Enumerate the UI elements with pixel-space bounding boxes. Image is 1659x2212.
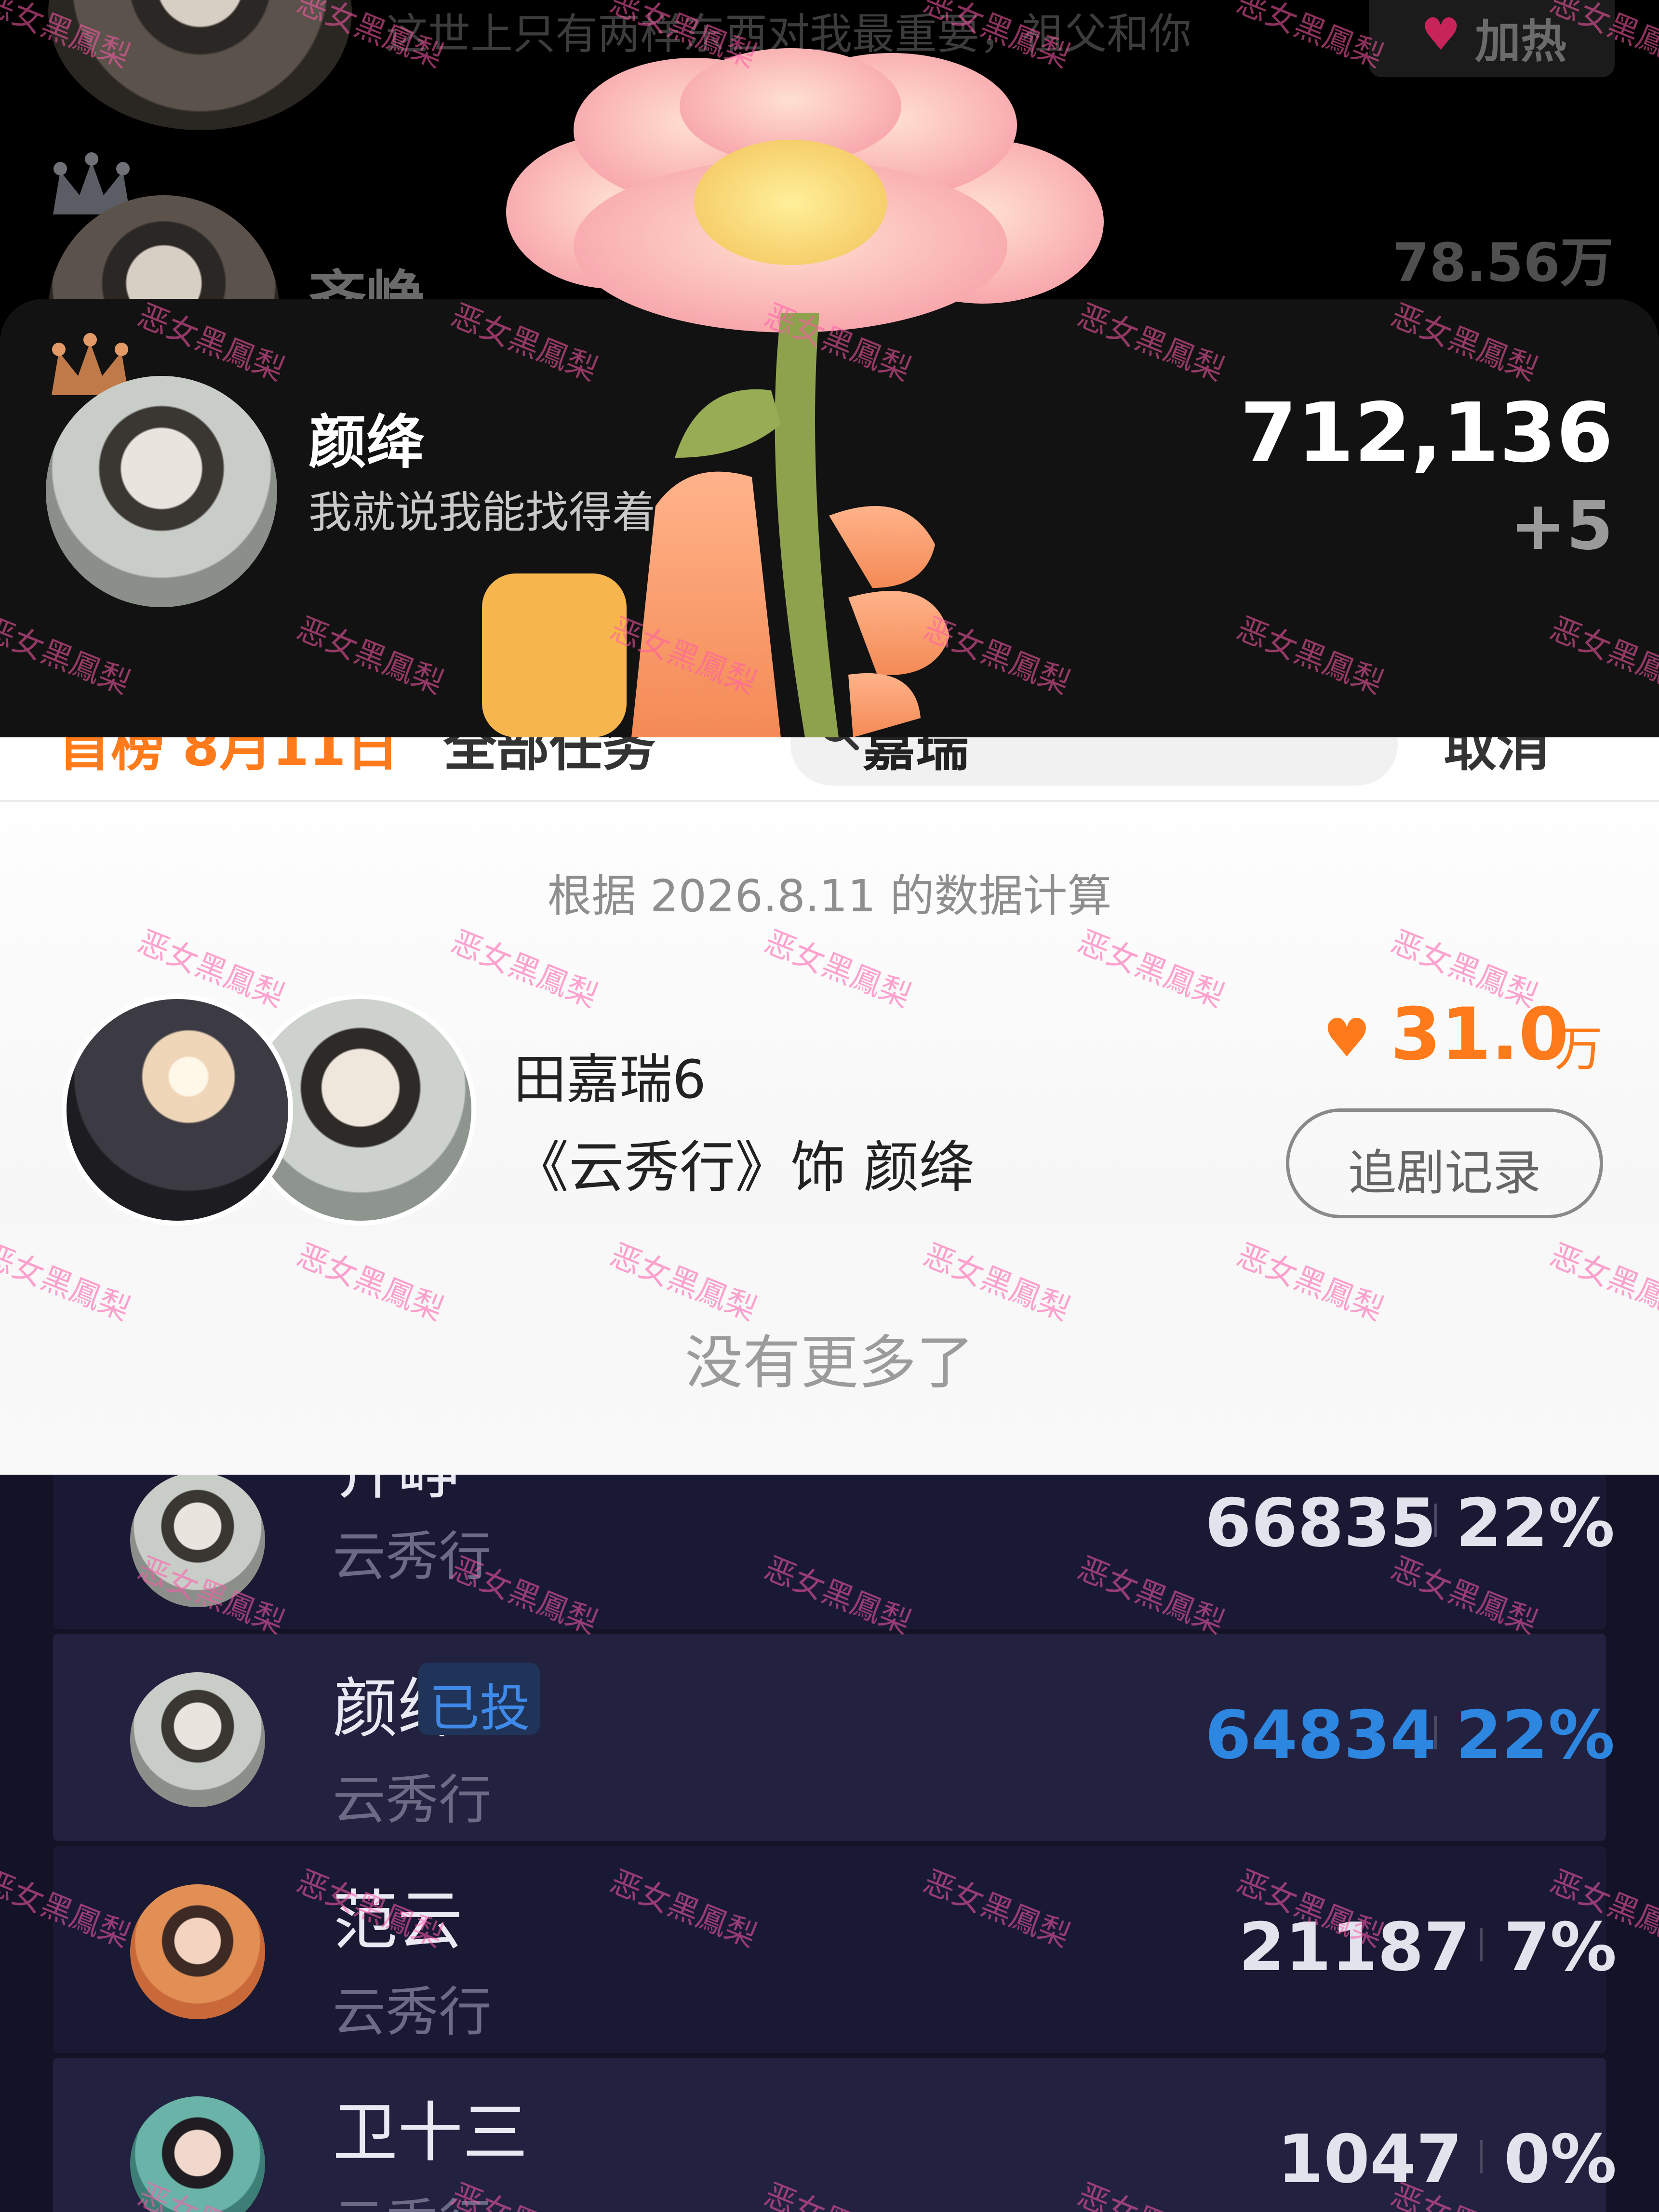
watermark-text: 恶女黑鳳梨 <box>133 297 289 388</box>
watermark-text: 恶女黑鳳梨 <box>1231 1237 1388 1328</box>
watermark-text: 恶女黑鳳梨 <box>1231 0 1388 75</box>
watermark-layer: 恶女黑鳳梨 恶女黑鳳梨 恶女黑鳳梨 恶女黑鳳梨 恶女黑鳳梨 恶女黑鳳梨 恶女黑鳳梨 恶女黑鳳梨… <box>0 0 1659 2212</box>
watermark-text: 恶女黑鳳梨 <box>605 1237 762 1328</box>
watermark-text: 恶女黑鳳梨 <box>446 1550 602 1641</box>
watermark-text: 恶女黑鳳梨 <box>1386 924 1542 1015</box>
watermark-text: 恶女黑鳳梨 <box>292 1864 448 1955</box>
watermark-text: 恶女黑鳳梨 <box>1386 1550 1542 1641</box>
watermark-text: 恶女黑鳳梨 <box>445 2170 605 2212</box>
watermark-text: 恶女黑鳳梨 <box>759 924 916 1015</box>
watermark-text: 恶女黑鳳梨 <box>1385 2170 1545 2212</box>
watermark-text: 恶女黑鳳梨 <box>1231 611 1388 702</box>
watermark-text: 恶女黑鳳梨 <box>1545 1864 1659 1955</box>
watermark-text: 恶女黑鳳梨 <box>132 2170 292 2212</box>
watermark-text: 恶女黑鳳梨 <box>446 924 602 1015</box>
watermark-text: 恶女黑鳳梨 <box>0 1864 135 1955</box>
watermark-text: 恶女黑鳳梨 <box>605 611 762 702</box>
watermark-text: 恶女黑鳳梨 <box>918 1237 1075 1328</box>
watermark-text: 恶女黑鳳梨 <box>918 611 1075 702</box>
watermark-text: 恶女黑鳳梨 <box>0 611 135 702</box>
watermark-text: 恶女黑鳳梨 <box>292 0 448 75</box>
watermark-text: 恶女黑鳳梨 <box>1545 1237 1659 1328</box>
watermark-text: 恶女黑鳳梨 <box>0 1237 135 1328</box>
watermark-text: 恶女黑鳳梨 <box>1545 0 1659 75</box>
watermark-text: 恶女黑鳳梨 <box>918 1864 1075 1955</box>
watermark-text: 恶女黑鳳梨 <box>1072 297 1229 388</box>
watermark-text: 恶女黑鳳梨 <box>1386 297 1542 388</box>
watermark-text: 恶女黑鳳梨 <box>0 0 135 75</box>
watermark-text: 恶女黑鳳梨 <box>918 0 1075 75</box>
watermark-text: 恶女黑鳳梨 <box>1545 611 1659 702</box>
watermark-text: 恶女黑鳳梨 <box>1072 924 1229 1015</box>
watermark-text: 恶女黑鳳梨 <box>292 1237 448 1328</box>
watermark-text: 恶女黑鳳梨 <box>605 0 762 75</box>
watermark-text: 恶女黑鳳梨 <box>133 924 289 1015</box>
watermark-text: 恶女黑鳳梨 <box>605 1864 762 1955</box>
watermark-text: 恶女黑鳳梨 <box>446 297 602 388</box>
watermark-text: 恶女黑鳳梨 <box>759 297 916 388</box>
watermark-text: 恶女黑鳳梨 <box>133 1550 289 1641</box>
watermark-text: 恶女黑鳳梨 <box>292 611 448 702</box>
watermark-text: 恶女黑鳳梨 <box>1072 2170 1231 2212</box>
watermark-text: 恶女黑鳳梨 <box>1072 1550 1229 1641</box>
watermark-text: 恶女黑鳳梨 <box>759 2170 918 2212</box>
watermark-text: 恶女黑鳳梨 <box>759 1550 916 1641</box>
watermark-text: 恶女黑鳳梨 <box>1231 1864 1388 1955</box>
